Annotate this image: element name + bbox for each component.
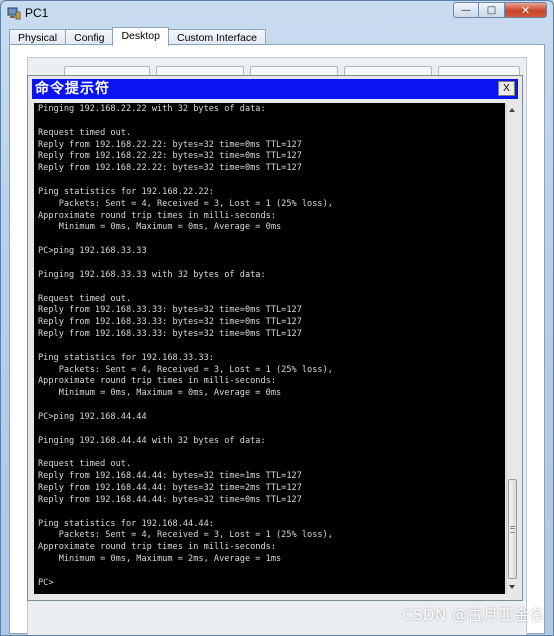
scrollbar-thumb[interactable] xyxy=(508,479,517,579)
tab-bar: Physical Config Desktop Custom Interface xyxy=(9,27,266,46)
console-line: Reply from 192.168.44.44: bytes=32 time=… xyxy=(38,483,302,493)
close-icon: ✕ xyxy=(520,3,531,17)
console-line: Request timed out. xyxy=(38,127,132,138)
console-line: Approximate round trip times in milli-se… xyxy=(38,210,276,221)
watermark: CSDN @古月亚金名 xyxy=(401,606,545,624)
scroll-up-icon[interactable] xyxy=(509,108,515,112)
console-line: Ping statistics for 192.168.44.44: xyxy=(38,518,214,529)
command-prompt-close-button[interactable]: X xyxy=(498,81,515,96)
minimize-icon: — xyxy=(461,4,471,16)
app-window: PC1 — □ ✕ Physical Config Desktop Custom… xyxy=(0,0,554,636)
scroll-down-icon[interactable] xyxy=(509,585,515,589)
console-line: Reply from 192.168.22.22: bytes=32 time=… xyxy=(38,163,302,174)
close-button[interactable]: ✕ xyxy=(505,2,547,18)
console-line: Reply from 192.168.33.33: bytes=32 time=… xyxy=(38,305,302,316)
command-prompt-window: 命令提示符 X Pinging 192.168.22.22 with 32 by… xyxy=(27,75,523,601)
console-line: Packets: Sent = 4, Received = 3, Lost = … xyxy=(38,364,333,375)
console-line: Minimum = 0ms, Maximum = 0ms, Average = … xyxy=(38,388,282,399)
grip-icon xyxy=(510,526,515,533)
console-line: Pinging 192.168.44.44 with 32 bytes of d… xyxy=(38,435,266,446)
console-line: Approximate round trip times in milli-se… xyxy=(38,542,276,553)
window-controls: — □ ✕ xyxy=(453,2,547,20)
console-line: Reply from 192.168.44.44: bytes=32 time=… xyxy=(38,471,302,482)
console-line: Reply from 192.168.44.44: bytes=32 time=… xyxy=(38,494,302,505)
console-line: Request timed out. xyxy=(38,459,132,470)
console-line: Minimum = 0ms, Maximum = 0ms, Average = … xyxy=(38,222,282,233)
maximize-button[interactable]: □ xyxy=(479,2,505,18)
console-line: Ping statistics for 192.168.33.33: xyxy=(38,352,214,363)
console-line: Pinging 192.168.22.22 with 32 bytes of d… xyxy=(38,104,266,114)
console-line: Reply from 192.168.33.33: bytes=32 time=… xyxy=(38,317,302,328)
tab-desktop[interactable]: Desktop xyxy=(112,27,169,46)
console-line: Pinging 192.168.33.33 with 32 bytes of d… xyxy=(38,269,266,280)
maximize-icon: □ xyxy=(486,4,497,16)
console-line: Reply from 192.168.22.22: bytes=32 time=… xyxy=(38,151,302,162)
console-line: Reply from 192.168.33.33: bytes=32 time=… xyxy=(38,329,302,340)
minimize-button[interactable]: — xyxy=(453,2,479,18)
pc-icon xyxy=(7,7,21,20)
console-line: Packets: Sent = 4, Received = 3, Lost = … xyxy=(38,198,333,209)
command-prompt-title-bar[interactable]: 命令提示符 X xyxy=(32,79,518,99)
console-line: Ping statistics for 192.168.22.22: xyxy=(38,186,214,197)
console-line: Packets: Sent = 4, Received = 3, Lost = … xyxy=(38,530,333,541)
console-scrollbar[interactable] xyxy=(506,103,518,594)
console-line: Request timed out. xyxy=(38,293,132,304)
console-line: PC>ping 192.168.44.44 xyxy=(38,411,147,422)
console-output[interactable]: Pinging 192.168.22.22 with 32 bytes of d… xyxy=(34,103,505,594)
command-prompt-title: 命令提示符 xyxy=(35,81,110,97)
console-line: Minimum = 0ms, Maximum = 2ms, Average = … xyxy=(38,554,282,565)
window-title: PC1 xyxy=(25,6,49,20)
title-bar[interactable]: PC1 — □ ✕ xyxy=(1,1,553,25)
console-line: Reply from 192.168.22.22: bytes=32 time=… xyxy=(38,139,302,150)
console-line: PC> xyxy=(38,577,54,588)
console-text: Pinging 192.168.22.22 with 32 bytes of d… xyxy=(38,104,333,590)
console-line: PC>ping 192.168.33.33 xyxy=(38,246,147,257)
console-line: Approximate round trip times in milli-se… xyxy=(38,376,276,387)
